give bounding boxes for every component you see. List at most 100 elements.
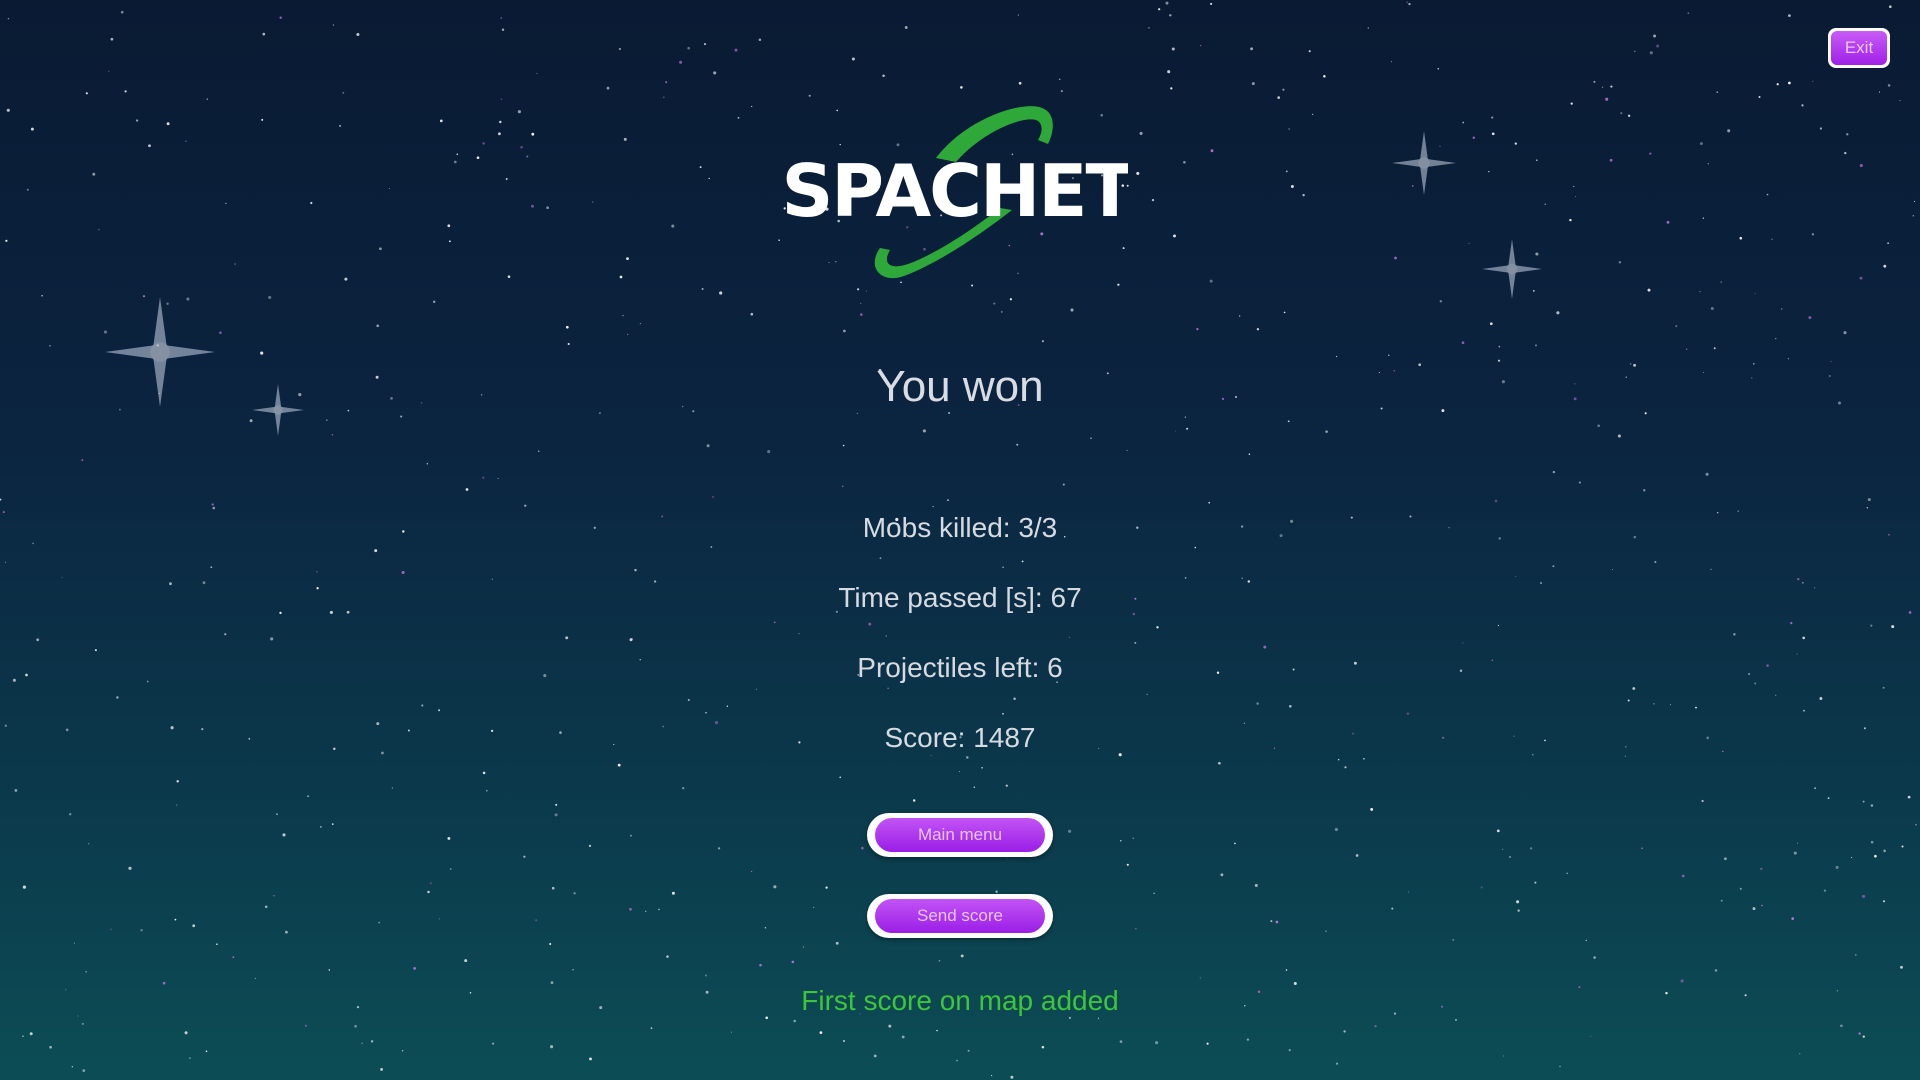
star (1246, 1038, 1250, 1041)
star (92, 172, 96, 176)
star (1041, 1045, 1045, 1049)
star (1070, 308, 1074, 312)
star (1867, 498, 1871, 502)
star (1802, 636, 1805, 640)
star (958, 771, 960, 773)
main-menu-button[interactable]: Main menu (867, 813, 1053, 857)
star (413, 967, 416, 970)
star (310, 201, 313, 205)
star (1148, 26, 1150, 29)
star (94, 649, 97, 652)
star (1656, 44, 1660, 48)
star (456, 153, 459, 156)
star (1535, 252, 1539, 256)
star (1283, 311, 1286, 314)
star (1437, 67, 1440, 70)
star (0, 498, 2, 501)
star (1209, 279, 1213, 283)
star (1502, 848, 1504, 850)
star (166, 122, 170, 126)
stat-time-passed: Time passed [s]: 67 (838, 582, 1082, 613)
star (1644, 412, 1647, 415)
send-score-button-label: Send score (875, 899, 1045, 933)
star (1647, 288, 1651, 292)
star (429, 882, 432, 885)
star (189, 1057, 191, 1059)
star (1097, 1017, 1100, 1019)
star (573, 892, 576, 895)
star (497, 477, 499, 480)
star (1408, 891, 1410, 893)
star (1801, 104, 1804, 107)
star (1090, 437, 1092, 440)
star (1529, 847, 1533, 850)
star (1605, 97, 1609, 101)
star (1016, 443, 1019, 446)
star (128, 866, 132, 870)
star (1891, 625, 1895, 629)
star (1199, 44, 1202, 47)
star (1068, 829, 1072, 833)
star (1632, 687, 1636, 690)
star (186, 297, 190, 301)
star (565, 636, 569, 640)
star (1641, 847, 1643, 850)
star (1843, 331, 1847, 335)
star (1705, 472, 1709, 476)
star (1724, 857, 1727, 861)
star (400, 415, 403, 418)
star (1835, 865, 1839, 869)
star (210, 566, 213, 569)
star (932, 506, 934, 508)
star (687, 698, 690, 702)
star (682, 786, 685, 790)
star (505, 178, 508, 180)
star (1343, 1030, 1346, 1033)
star (1819, 697, 1823, 700)
star (331, 433, 334, 436)
star (1480, 886, 1483, 889)
star (1590, 1035, 1592, 1037)
star (1585, 939, 1587, 942)
star (1009, 298, 1013, 301)
star (82, 1069, 86, 1072)
star (1799, 1053, 1801, 1055)
star (1882, 686, 1885, 689)
star (1158, 8, 1161, 11)
star (500, 17, 503, 19)
star (1248, 453, 1251, 455)
star (1823, 889, 1826, 892)
star (1532, 753, 1534, 756)
star (1701, 799, 1704, 803)
star (1060, 90, 1063, 93)
star (1775, 338, 1777, 340)
star (1250, 47, 1254, 51)
star (69, 813, 72, 816)
star (1532, 290, 1535, 292)
star (1156, 626, 1159, 629)
star (140, 929, 143, 932)
star (1862, 894, 1866, 898)
star (1282, 88, 1285, 91)
star (1739, 236, 1743, 240)
star (554, 813, 558, 817)
star (912, 799, 916, 802)
star (5, 239, 8, 242)
star (960, 954, 964, 958)
exit-button[interactable]: Exit (1828, 28, 1890, 68)
star (1859, 276, 1863, 280)
star (4, 561, 7, 563)
star (1472, 136, 1476, 139)
star (1758, 96, 1761, 98)
star (268, 295, 272, 299)
star (1254, 883, 1258, 887)
send-score-button[interactable]: Send score (867, 894, 1053, 938)
star (1285, 170, 1288, 173)
star (1491, 132, 1495, 136)
star (956, 1059, 958, 1062)
star (1068, 636, 1071, 639)
star (1544, 203, 1546, 205)
star (1337, 758, 1340, 761)
star (629, 834, 633, 837)
star (1569, 218, 1572, 222)
